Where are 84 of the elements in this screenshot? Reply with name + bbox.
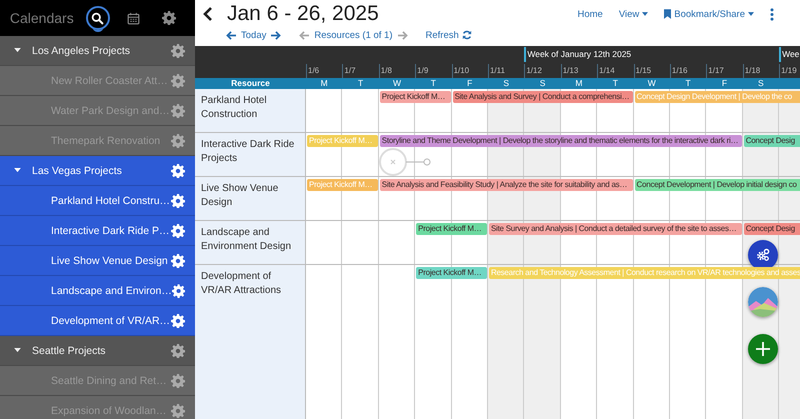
previous-arrow-icon[interactable] — [226, 30, 237, 40]
caret-icon[interactable] — [14, 48, 21, 53]
calendar-name: Development of VR/AR… — [51, 314, 171, 326]
calendars-tab[interactable]: Calendars — [10, 10, 74, 26]
view-menu[interactable]: View — [618, 8, 648, 20]
calendar-item[interactable]: Parkland Hotel Constru… — [0, 186, 195, 216]
calendar-name: Landscape and Environ… — [51, 284, 172, 296]
gear-icon[interactable] — [162, 11, 176, 25]
calendar-item[interactable]: Interactive Dark Ride P… — [0, 216, 195, 246]
event-bar[interactable]: Project Kickoff M… — [416, 223, 487, 235]
gears-icon — [756, 248, 770, 262]
today-button[interactable]: Today — [241, 30, 266, 40]
gear-icon[interactable] — [171, 254, 185, 268]
bookmark-icon — [664, 9, 672, 19]
refresh-icon — [462, 30, 472, 40]
calendar-name: Parkland Hotel Constru… — [51, 194, 171, 206]
calendar-item[interactable]: Landscape and Environ… — [0, 276, 195, 306]
event-bar[interactable]: Site Survey and Analysis | Conduct a detailed survey of the site to asses… — [488, 223, 742, 235]
gear-icon[interactable] — [171, 134, 185, 148]
weekday-label: T — [684, 78, 692, 89]
week-label: Wee — [779, 47, 800, 62]
next-arrow-icon[interactable] — [270, 30, 282, 40]
weekday-label: T — [612, 78, 619, 89]
resource-name: Interactive Dark Ride Projects — [195, 133, 306, 176]
refresh-button[interactable]: Refresh — [426, 30, 472, 40]
event-bar[interactable]: Project Kickoff M… — [416, 267, 487, 279]
weekday-label: M — [574, 78, 584, 89]
group-name: Seattle Projects — [32, 344, 107, 356]
column-header: Resource — [230, 78, 271, 89]
gear-icon[interactable] — [171, 404, 185, 418]
calendar-name: Live Show Venue Design — [51, 254, 169, 266]
calendar-icon — [126, 12, 140, 24]
gear-icon[interactable] — [171, 194, 185, 208]
event-bar[interactable]: Concept Desig — [744, 223, 800, 235]
event-bar[interactable]: Concept Desig — [744, 135, 800, 147]
calendar-group-item[interactable]: Los Angeles Projects — [0, 36, 195, 66]
calendar-group-item[interactable]: Las Vegas Projects — [0, 156, 195, 186]
calendar-item[interactable]: Development of VR/AR… — [0, 306, 195, 336]
group-name: Las Vegas Projects — [32, 164, 123, 176]
group-name: Los Angeles Projects — [32, 44, 132, 56]
event-bar[interactable]: Site Analysis and Survey | Conduct a comprehensi… — [452, 91, 633, 103]
gear-icon[interactable] — [171, 374, 185, 388]
gear-icon[interactable] — [171, 314, 185, 328]
gear-icon[interactable] — [171, 44, 185, 58]
event-bar[interactable]: Storyline and Theme Development | Develop the storyline and thematic elements for the interactive dark ri… — [380, 135, 742, 147]
more-options-icon[interactable] — [770, 8, 774, 20]
weekday-label: T — [430, 78, 437, 89]
caret-icon[interactable] — [14, 168, 21, 173]
event-bar[interactable]: Concept Development | Develop initial design co — [634, 179, 800, 191]
resource-name: Parkland Hotel Construction — [195, 89, 306, 132]
back-icon[interactable] — [203, 6, 213, 22]
bookmark-share-menu[interactable]: Bookmark/Share — [664, 8, 754, 20]
resource-name: Development of VR/AR Attractions — [195, 265, 306, 419]
caret-icon — [748, 12, 754, 16]
weekday-label: S — [757, 78, 765, 89]
date-range-title: Jan 6 - 26, 2025 — [227, 2, 380, 26]
event-bar[interactable]: Project Kickoff M… — [380, 91, 451, 103]
gear-icon[interactable] — [171, 104, 185, 118]
gear-icon[interactable] — [171, 224, 185, 238]
weekday-label: S — [502, 78, 510, 89]
weekday-label: F — [466, 78, 474, 89]
weekday-label: M — [320, 78, 329, 89]
weekday-label: T — [356, 78, 364, 89]
weekday-label: S — [538, 78, 546, 89]
resources-pager[interactable]: Resources (1 of 1) — [314, 30, 393, 40]
resource-name: Landscape and Environment Design — [195, 221, 306, 264]
gear-icon[interactable] — [171, 344, 185, 358]
gear-icon[interactable] — [172, 284, 185, 298]
caret-icon[interactable] — [14, 348, 21, 353]
calendar-name: Interactive Dark Ride P… — [51, 224, 170, 236]
weekday-label: W — [392, 78, 402, 89]
home-link[interactable]: Home — [577, 8, 603, 20]
calendar-group-item[interactable]: Seattle Projects — [0, 336, 195, 366]
search-tab[interactable] — [86, 6, 110, 30]
plus-icon — [756, 342, 770, 356]
gear-icon[interactable] — [171, 74, 185, 88]
weekday-label: F — [720, 78, 728, 89]
caret-icon — [642, 12, 648, 16]
gear-icon[interactable] — [171, 164, 185, 178]
calendar-item[interactable]: Live Show Venue Design — [0, 246, 195, 276]
weekday-label: W — [646, 78, 657, 89]
event-bar[interactable]: Site Analysis and Feasibility Study | Analyze the site for suitability and as… — [380, 179, 633, 191]
search-icon — [91, 12, 104, 24]
resource-name: Live Show Venue Design — [195, 177, 306, 220]
